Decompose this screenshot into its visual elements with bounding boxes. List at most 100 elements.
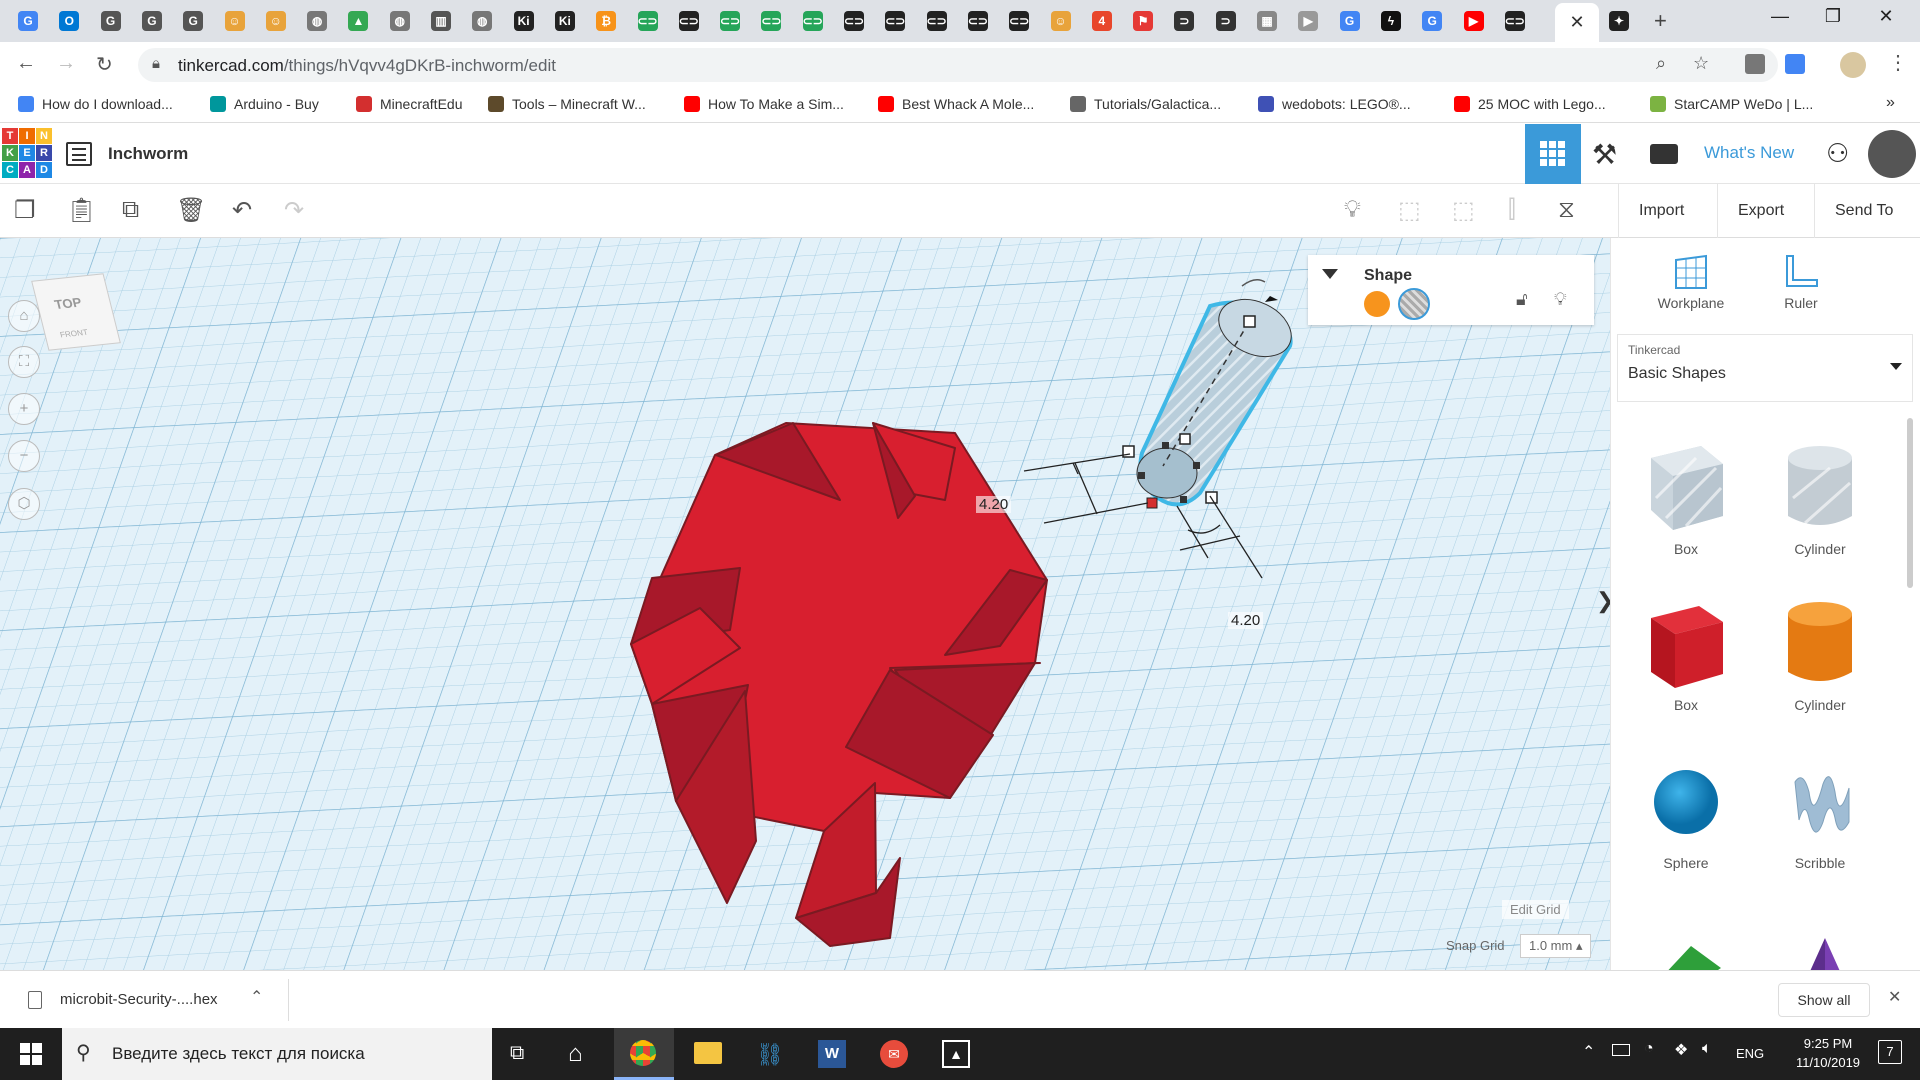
bookmark-item[interactable]: Tools – Minecraft W... <box>488 96 646 112</box>
browser-tab[interactable]: ☺ <box>1043 6 1079 36</box>
home-app-icon[interactable]: ⌂ <box>568 1040 583 1068</box>
bookmark-item[interactable]: Best Whack A Mole... <box>878 96 1034 112</box>
browser-tab[interactable]: ₿ <box>588 6 624 36</box>
reload-icon[interactable]: ↻ <box>96 52 113 77</box>
word-icon[interactable]: W <box>818 1040 846 1068</box>
download-filename[interactable]: microbit-Security-....hex <box>60 991 218 1008</box>
wifi-icon[interactable]: ◔ <box>1644 1040 1654 1058</box>
delete-icon[interactable]: 🗑︎ <box>176 196 206 225</box>
extension-icon[interactable] <box>1745 54 1765 74</box>
language-indicator[interactable]: ENG <box>1736 1046 1764 1061</box>
group-icon[interactable]: ⬚ <box>1398 196 1421 225</box>
bookmark-item[interactable]: Tutorials/Galactica... <box>1070 96 1221 112</box>
perspective-icon[interactable]: ⬡ <box>8 488 40 520</box>
zoom-in-icon[interactable]: + <box>8 393 40 425</box>
bookmarks-more-button[interactable]: » <box>1886 94 1895 112</box>
ruler-tool[interactable]: Ruler <box>1771 252 1831 311</box>
notification-center-icon[interactable]: 7 <box>1878 1040 1902 1064</box>
photos-icon[interactable]: ▲ <box>942 1040 970 1068</box>
browser-tab[interactable]: G <box>93 6 129 36</box>
bookmark-item[interactable]: 25 MOC with Lego... <box>1454 96 1606 112</box>
panel-toggle-icon[interactable]: ❯ <box>1596 588 1610 614</box>
zoom-icon[interactable]: ⌕ <box>1656 53 1666 74</box>
whats-new-link[interactable]: What's New <box>1704 143 1794 163</box>
close-download-bar-icon[interactable]: ✕ <box>1888 987 1901 1007</box>
browser-tab[interactable]: ⊂⊃ <box>630 6 666 36</box>
shape-pyramid[interactable] <box>1785 928 1865 970</box>
browser-tab[interactable]: ▶ <box>1290 6 1326 36</box>
browser-tab[interactable]: ◍ <box>382 6 418 36</box>
bookmark-star-icon[interactable]: ☆ <box>1693 53 1709 74</box>
bookmark-item[interactable]: How To Make a Sim... <box>684 96 844 112</box>
browser-tab[interactable]: ▲ <box>340 6 376 36</box>
tray-overflow-icon[interactable]: ⌃ <box>1582 1042 1595 1062</box>
browser-tab[interactable]: ⊂⊃ <box>671 6 707 36</box>
browser-tab[interactable]: ⊃ <box>1208 6 1244 36</box>
workplane-canvas[interactable]: TOP FRONT ⌂ ⛶ + − ⬡ 4.20 4.20 ❯ Edit Gri… <box>0 238 1610 970</box>
volume-icon[interactable]: 🔈︎ <box>1702 1040 1712 1058</box>
bookmark-item[interactable]: wedobots: LEGO®... <box>1258 96 1411 112</box>
pickaxe-icon[interactable]: ⚒ <box>1592 138 1617 171</box>
height-dimension-label[interactable]: 4.20 <box>976 496 1012 513</box>
chrome-taskbar-button[interactable] <box>614 1028 674 1080</box>
browser-tab[interactable]: G <box>10 6 46 36</box>
browser-tab[interactable]: Ki <box>506 6 542 36</box>
duplicate-icon[interactable]: ⧉ <box>122 196 139 224</box>
bookmark-item[interactable]: MinecraftEdu <box>356 96 462 112</box>
fit-view-icon[interactable]: ⛶ <box>8 346 40 378</box>
battery-icon[interactable] <box>1612 1044 1630 1056</box>
3d-view-button[interactable] <box>1525 124 1581 184</box>
workplane-tool[interactable]: Workplane <box>1651 252 1731 311</box>
new-tab-button[interactable]: + <box>1654 8 1667 34</box>
side-handle-3[interactable] <box>1138 472 1145 479</box>
back-icon[interactable]: ← <box>16 52 36 75</box>
browser-tab[interactable]: ⊂⊃ <box>960 6 996 36</box>
browser-tab[interactable]: 4 <box>1084 6 1120 36</box>
export-button[interactable]: Export <box>1717 184 1804 238</box>
shape-scribble[interactable]: Scribble <box>1765 752 1875 871</box>
dropbox-icon[interactable]: ❖ <box>1674 1040 1688 1060</box>
browser-tab[interactable]: G <box>175 6 211 36</box>
collapse-inspector-icon[interactable] <box>1322 269 1338 279</box>
active-tab[interactable]: ✕ <box>1555 3 1599 42</box>
copy-icon[interactable]: ❐ <box>14 196 36 225</box>
top-handle[interactable] <box>1243 315 1256 328</box>
panel-scrollbar[interactable] <box>1907 418 1913 588</box>
browser-tab[interactable]: ⊂⊃ <box>753 6 789 36</box>
taskbar-search[interactable]: ⚲ Введите здесь текст для поиска <box>62 1028 492 1080</box>
height-handle[interactable] <box>1179 433 1191 445</box>
browser-tab[interactable]: O <box>51 6 87 36</box>
shape-cylinder[interactable]: Cylinder <box>1765 594 1875 713</box>
snap-grid-select[interactable]: 1.0 mm ▴ <box>1520 934 1592 958</box>
tab-extra[interactable]: ✦ <box>1601 6 1637 36</box>
menu-icon[interactable]: ⋮ <box>1888 50 1908 75</box>
browser-tab[interactable]: ⊂⊃ <box>877 6 913 36</box>
browser-tab[interactable]: ⊂⊃ <box>712 6 748 36</box>
shape-hole-cylinder[interactable]: Cylinder <box>1765 438 1875 557</box>
browser-tab[interactable]: ◍ <box>464 6 500 36</box>
paste-icon[interactable]: 📋︎ <box>66 196 96 225</box>
browser-tab[interactable]: ⚑ <box>1125 6 1161 36</box>
lock-icon[interactable]: 🔓︎ <box>1516 289 1528 310</box>
add-user-icon[interactable]: ⚇ <box>1826 138 1849 169</box>
show-all-button[interactable]: Show all <box>1778 983 1870 1017</box>
user-avatar[interactable] <box>1868 130 1916 178</box>
browser-tab[interactable]: ϟ <box>1373 6 1409 36</box>
profile-avatar[interactable] <box>1840 52 1866 78</box>
ungroup-icon[interactable]: ⬚ <box>1452 196 1475 225</box>
browser-tab[interactable]: G <box>1332 6 1368 36</box>
align-icon[interactable]: ⫿ <box>1508 196 1516 224</box>
undo-icon[interactable]: ↶ <box>232 196 252 225</box>
browser-tab[interactable]: G <box>134 6 170 36</box>
browser-tab[interactable]: ⊂⊃ <box>919 6 955 36</box>
visibility-bulb-icon[interactable]: 💡︎ <box>1554 289 1567 310</box>
design-list-icon[interactable] <box>66 142 92 166</box>
bricks-icon[interactable] <box>1650 144 1678 164</box>
browser-tab[interactable]: ⊂⊃ <box>836 6 872 36</box>
lightbulb-icon[interactable]: 💡︎ <box>1344 196 1361 224</box>
edit-grid-button[interactable]: Edit Grid <box>1502 900 1569 919</box>
chevron-up-icon[interactable]: ⌃ <box>250 987 263 1007</box>
browser-tab[interactable]: ▶ <box>1456 6 1492 36</box>
browser-tab[interactable]: Ki <box>547 6 583 36</box>
design-title[interactable]: Inchworm <box>108 144 188 164</box>
